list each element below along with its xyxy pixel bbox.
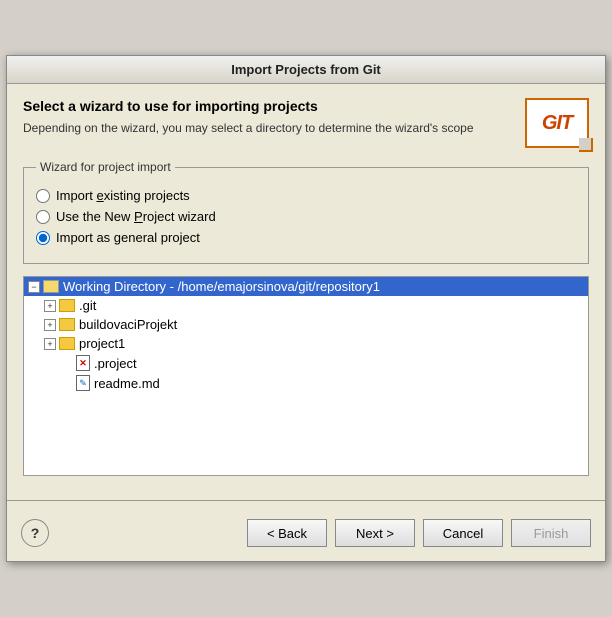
- tree-label-git: .git: [79, 298, 96, 313]
- wizard-group-legend: Wizard for project import: [36, 160, 175, 174]
- radio-item-3[interactable]: Import as general project: [36, 230, 576, 245]
- git-logo: GIT: [525, 98, 589, 148]
- tree-row-readme[interactable]: ✎ readme.md: [24, 373, 588, 393]
- header-text: Select a wizard to use for importing pro…: [23, 98, 474, 137]
- radio-new-project[interactable]: [36, 210, 50, 224]
- file-tree[interactable]: − Working Directory - /home/emajorsinova…: [23, 276, 589, 476]
- tree-label-working-dir: Working Directory - /home/emajorsinova/g…: [63, 279, 380, 294]
- heading: Select a wizard to use for importing pro…: [23, 98, 474, 114]
- folder-icon-git: [59, 299, 75, 312]
- tree-label-dotproject: .project: [94, 356, 137, 371]
- finish-button[interactable]: Finish: [511, 519, 591, 547]
- help-button[interactable]: ?: [21, 519, 49, 547]
- folder-icon-buildovaci: [59, 318, 75, 331]
- description: Depending on the wizard, you may select …: [23, 120, 474, 137]
- radio-general[interactable]: [36, 231, 50, 245]
- back-button[interactable]: < Back: [247, 519, 327, 547]
- tree-label-buildovaci: buildovaciProjekt: [79, 317, 177, 332]
- radio-existing[interactable]: [36, 189, 50, 203]
- dialog-content: Select a wizard to use for importing pro…: [7, 84, 605, 486]
- cancel-button[interactable]: Cancel: [423, 519, 503, 547]
- radio-new-project-label: Use the New Project wizard: [56, 209, 216, 224]
- folder-icon-project1: [59, 337, 75, 350]
- tree-label-project1: project1: [79, 336, 125, 351]
- expand-git[interactable]: +: [44, 300, 56, 312]
- import-dialog: Import Projects from Git Select a wizard…: [6, 55, 606, 562]
- file-doc-icon: ✎: [76, 375, 90, 391]
- separator: [7, 500, 605, 501]
- tree-label-readme: readme.md: [94, 376, 160, 391]
- expand-project1[interactable]: +: [44, 338, 56, 350]
- expand-working-dir[interactable]: −: [28, 281, 40, 293]
- file-x-icon: ✕: [76, 355, 90, 371]
- tree-row-working-dir[interactable]: − Working Directory - /home/emajorsinova…: [24, 277, 588, 296]
- dialog-title: Import Projects from Git: [7, 56, 605, 84]
- radio-existing-label: Import existing projects: [56, 188, 190, 203]
- tree-row-dotproject[interactable]: ✕ .project: [24, 353, 588, 373]
- radio-item-1[interactable]: Import existing projects: [36, 188, 576, 203]
- radio-item-2[interactable]: Use the New Project wizard: [36, 209, 576, 224]
- header-section: Select a wizard to use for importing pro…: [23, 98, 589, 148]
- tree-row-git[interactable]: + .git: [24, 296, 588, 315]
- folder-open-icon: [43, 280, 59, 293]
- next-button[interactable]: Next >: [335, 519, 415, 547]
- tree-row-project1[interactable]: + project1: [24, 334, 588, 353]
- expand-buildovaci[interactable]: +: [44, 319, 56, 331]
- button-bar: ? < Back Next > Cancel Finish: [7, 511, 605, 561]
- radio-general-label: Import as general project: [56, 230, 200, 245]
- git-logo-text: GIT: [542, 112, 572, 135]
- tree-row-buildovaci[interactable]: + buildovaciProjekt: [24, 315, 588, 334]
- wizard-group: Wizard for project import Import existin…: [23, 160, 589, 264]
